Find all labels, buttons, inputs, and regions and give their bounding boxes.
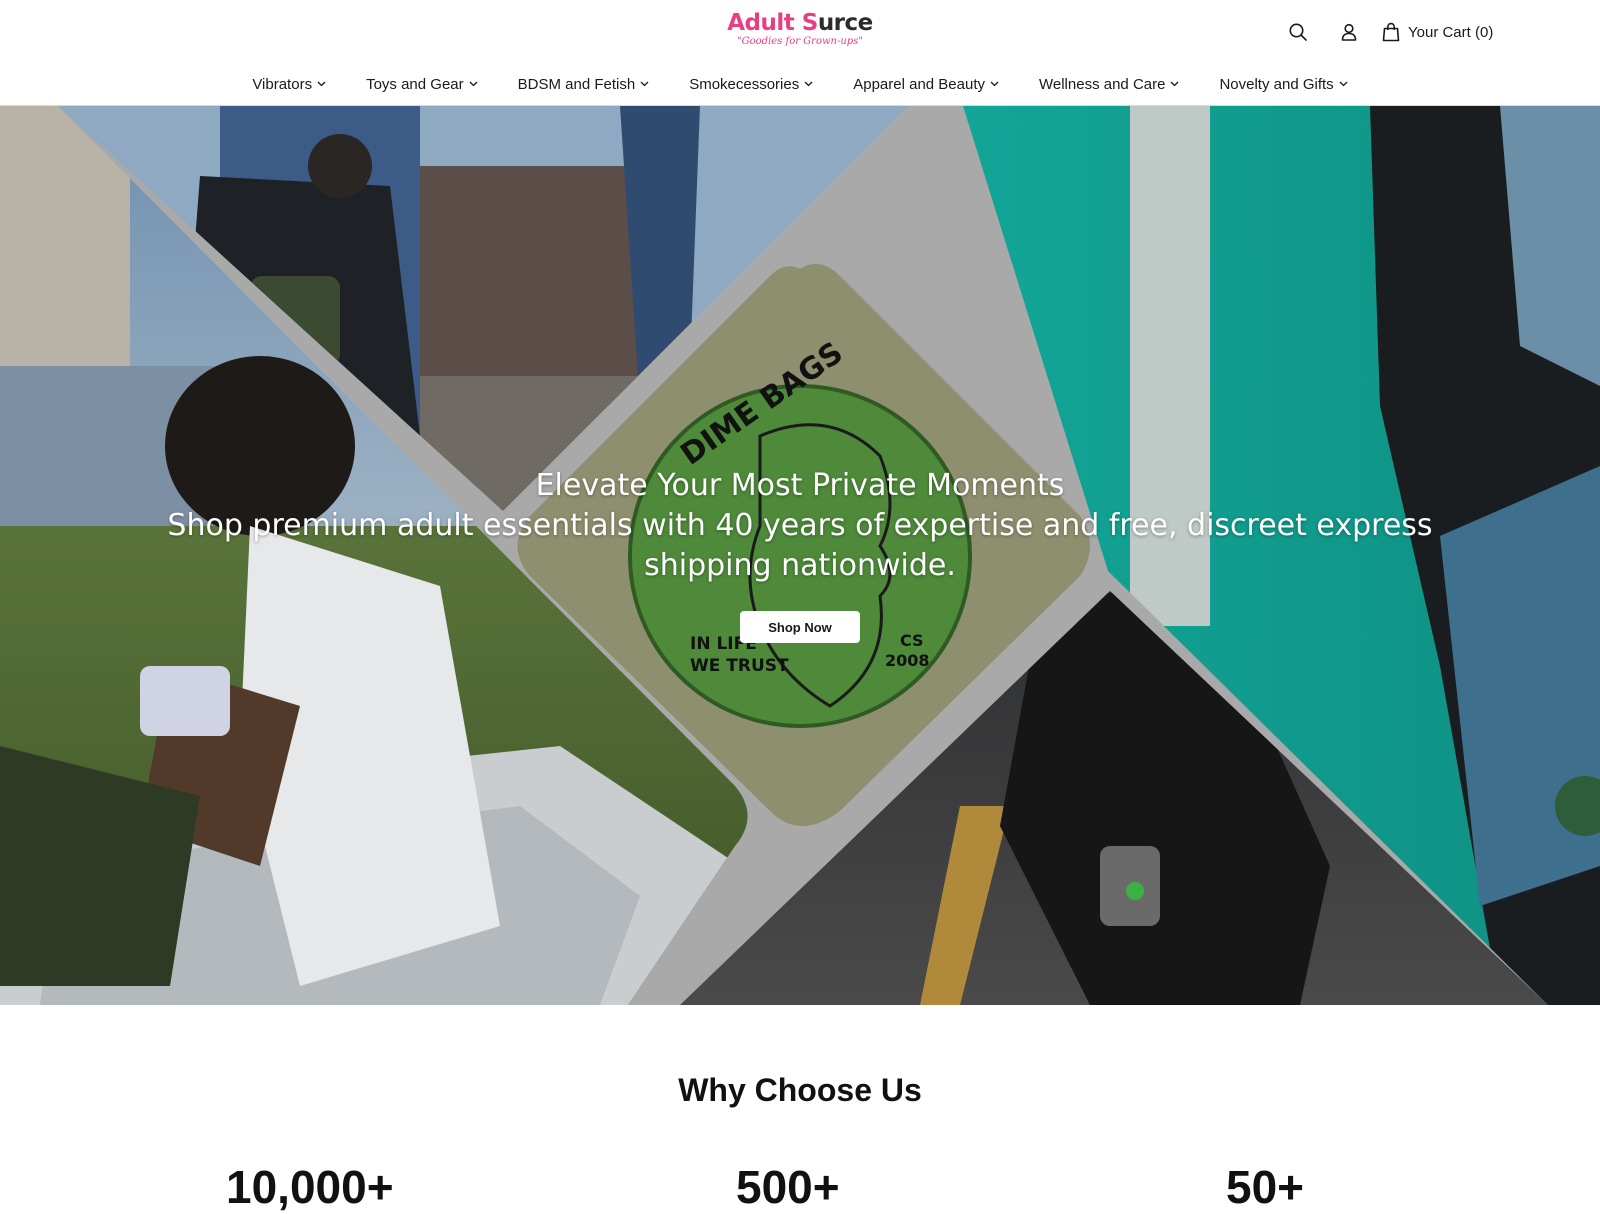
- brand-name: Adult Surce: [727, 10, 873, 36]
- user-icon[interactable]: [1337, 20, 1361, 44]
- chevron-down-icon: [804, 81, 813, 87]
- chevron-down-icon: [990, 81, 999, 87]
- hero-banner: DIME BAGS IN LIFE WE TRUST CS 2008 Eleva…: [0, 106, 1600, 1005]
- shop-now-button[interactable]: Shop Now: [740, 611, 860, 643]
- nav-item-bdsm-and-fetish[interactable]: BDSM and Fetish: [518, 72, 650, 96]
- search-icon[interactable]: [1286, 20, 1310, 44]
- chevron-down-icon: [640, 81, 649, 87]
- site-header: Adult Surce "Goodies for Grown-ups" Your…: [0, 0, 1600, 106]
- chevron-down-icon: [1339, 81, 1348, 87]
- main-nav: Vibrators Toys and Gear BDSM and Fetish …: [0, 72, 1600, 96]
- brand-logo[interactable]: Adult Surce "Goodies for Grown-ups": [722, 10, 878, 52]
- nav-item-smokecessories[interactable]: Smokecessories: [689, 72, 813, 96]
- chevron-down-icon: [1170, 81, 1179, 87]
- stat-value: 10,000+: [226, 1161, 394, 1213]
- cart-button[interactable]: Your Cart (0): [1382, 20, 1493, 44]
- nav-item-apparel-and-beauty[interactable]: Apparel and Beauty: [853, 72, 999, 96]
- nav-item-novelty-and-gifts[interactable]: Novelty and Gifts: [1219, 72, 1348, 96]
- brand-tagline: "Goodies for Grown-ups": [737, 36, 863, 47]
- coin-initials: CS: [900, 631, 924, 650]
- stat-value: 500+: [736, 1161, 840, 1213]
- chevron-down-icon: [469, 81, 478, 87]
- nav-item-toys-and-gear[interactable]: Toys and Gear: [366, 72, 478, 96]
- hero-title: Elevate Your Most Private Moments: [535, 468, 1065, 503]
- chevron-down-icon: [317, 81, 326, 87]
- hero-subtitle: Shop premium adult essentials with 40 ye…: [167, 508, 1433, 583]
- nav-item-vibrators[interactable]: Vibrators: [252, 72, 326, 96]
- why-choose-us-heading: Why Choose Us: [678, 1072, 922, 1108]
- shopping-bag-icon: [1382, 22, 1400, 42]
- coin-motto-line2: WE TRUST: [690, 656, 789, 676]
- nav-item-wellness-and-care[interactable]: Wellness and Care: [1039, 72, 1179, 96]
- stat-value: 50+: [1226, 1161, 1305, 1213]
- hero-copy: Elevate Your Most Private Moments Shop p…: [0, 466, 1600, 586]
- cart-label: Your Cart (0): [1408, 23, 1494, 41]
- coin-year: 2008: [885, 651, 930, 670]
